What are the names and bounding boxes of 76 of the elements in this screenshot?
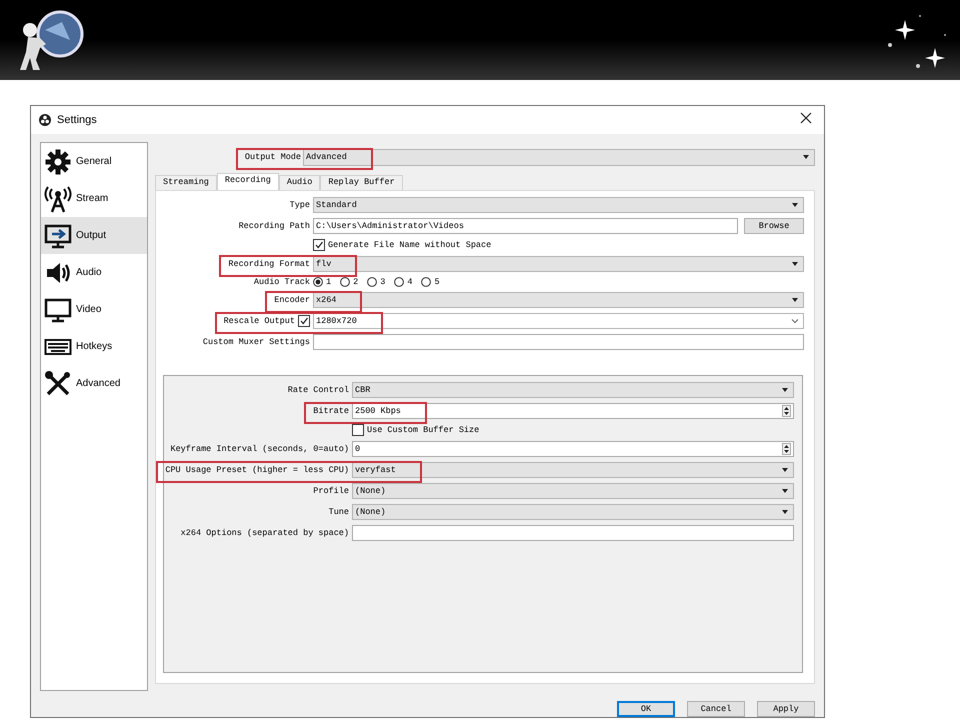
caret-icon: [781, 387, 789, 393]
checkbox-label: Use Custom Buffer Size: [367, 425, 480, 435]
window-title: Settings: [57, 114, 98, 126]
dropdown[interactable]: Advanced: [303, 148, 815, 166]
dropdown[interactable]: (None): [352, 504, 794, 520]
chevron-icon: [791, 318, 799, 324]
spin-arrows-icon[interactable]: [782, 443, 791, 455]
tools-icon: [44, 370, 72, 398]
checkbox-label: Generate File Name without Space: [328, 240, 492, 250]
field-label: Rescale Output: [224, 316, 295, 326]
radio-button[interactable]: [313, 277, 323, 287]
dropdown[interactable]: flv: [313, 256, 804, 272]
caret-icon: [781, 488, 789, 494]
sidebar-item[interactable]: Video: [41, 291, 147, 328]
radio-button[interactable]: [394, 277, 404, 287]
spin-field[interactable]: 2500 Kbps: [352, 403, 794, 419]
sidebar-item[interactable]: Stream: [41, 180, 147, 217]
dialog-button[interactable]: Cancel: [687, 701, 745, 717]
field-label: Encoder: [274, 295, 310, 305]
field-label: Bitrate: [313, 406, 349, 416]
text-field[interactable]: C:\Users\Administrator\Videos: [313, 218, 738, 234]
dropdown[interactable]: (None): [352, 483, 794, 499]
dropdown[interactable]: x264: [313, 292, 804, 308]
radio-label: 4: [407, 277, 412, 287]
field-label: CPU Usage Preset (higher = less CPU): [165, 465, 349, 475]
field-label: x264 Options (separated by space): [180, 528, 349, 538]
app-icon: [39, 114, 51, 126]
tab[interactable]: Recording: [216, 173, 279, 190]
dialog-button[interactable]: Apply: [757, 701, 815, 717]
text-field[interactable]: [352, 525, 794, 541]
close-icon[interactable]: [800, 112, 812, 124]
browse-button[interactable]: Browse: [744, 218, 804, 234]
field-label: Output Mode: [244, 152, 301, 162]
dropdown[interactable]: Standard: [313, 197, 804, 213]
field-label: Custom Muxer Settings: [202, 337, 310, 347]
field-label: Tune: [328, 507, 349, 517]
dialog-button[interactable]: OK: [617, 701, 675, 717]
tab[interactable]: Audio: [278, 175, 320, 190]
gear-icon: [44, 148, 72, 176]
radio-label: 5: [434, 277, 440, 287]
caret-icon: [802, 154, 810, 160]
radio-button[interactable]: [421, 277, 432, 287]
caret-icon: [791, 261, 799, 267]
spin-arrows-icon[interactable]: [782, 405, 791, 417]
checkbox[interactable]: [298, 315, 310, 327]
radio-label: 3: [380, 277, 386, 287]
dropdown[interactable]: 1280x720: [313, 313, 804, 329]
field-label: Profile: [313, 486, 349, 496]
caret-icon: [791, 297, 799, 303]
field-label: Recording Path: [238, 221, 310, 231]
checkbox[interactable]: [313, 239, 325, 251]
sidebar-item[interactable]: Output: [41, 217, 147, 254]
sidebar-item[interactable]: Advanced: [41, 365, 147, 402]
field-label: Rate Control: [288, 385, 349, 395]
text-field[interactable]: [313, 334, 804, 350]
radio-label: 2: [353, 277, 358, 287]
radio-button[interactable]: [340, 277, 350, 287]
tab[interactable]: Replay Buffer: [320, 175, 403, 190]
caret-icon: [781, 509, 789, 515]
radio-label: 1: [326, 277, 332, 287]
dropdown[interactable]: veryfast: [352, 462, 794, 478]
sidebar-item[interactable]: Hotkeys: [41, 328, 147, 365]
field-label: Recording Format: [228, 259, 310, 269]
caret-icon: [791, 202, 799, 208]
spin-field[interactable]: 0: [352, 441, 794, 457]
sidebar-item[interactable]: General: [41, 143, 147, 180]
caret-icon: [781, 467, 789, 473]
field-label: Type: [290, 200, 310, 210]
antenna-icon: [44, 184, 72, 212]
checkbox[interactable]: [352, 424, 364, 436]
radio-button[interactable]: [367, 277, 378, 287]
tab[interactable]: Streaming: [155, 175, 217, 190]
field-label: Audio Track: [254, 277, 310, 287]
dropdown[interactable]: CBR: [352, 382, 794, 398]
field-label: Keyframe Interval (seconds, 0=auto): [170, 444, 349, 454]
sidebar-item[interactable]: Audio: [41, 254, 147, 291]
